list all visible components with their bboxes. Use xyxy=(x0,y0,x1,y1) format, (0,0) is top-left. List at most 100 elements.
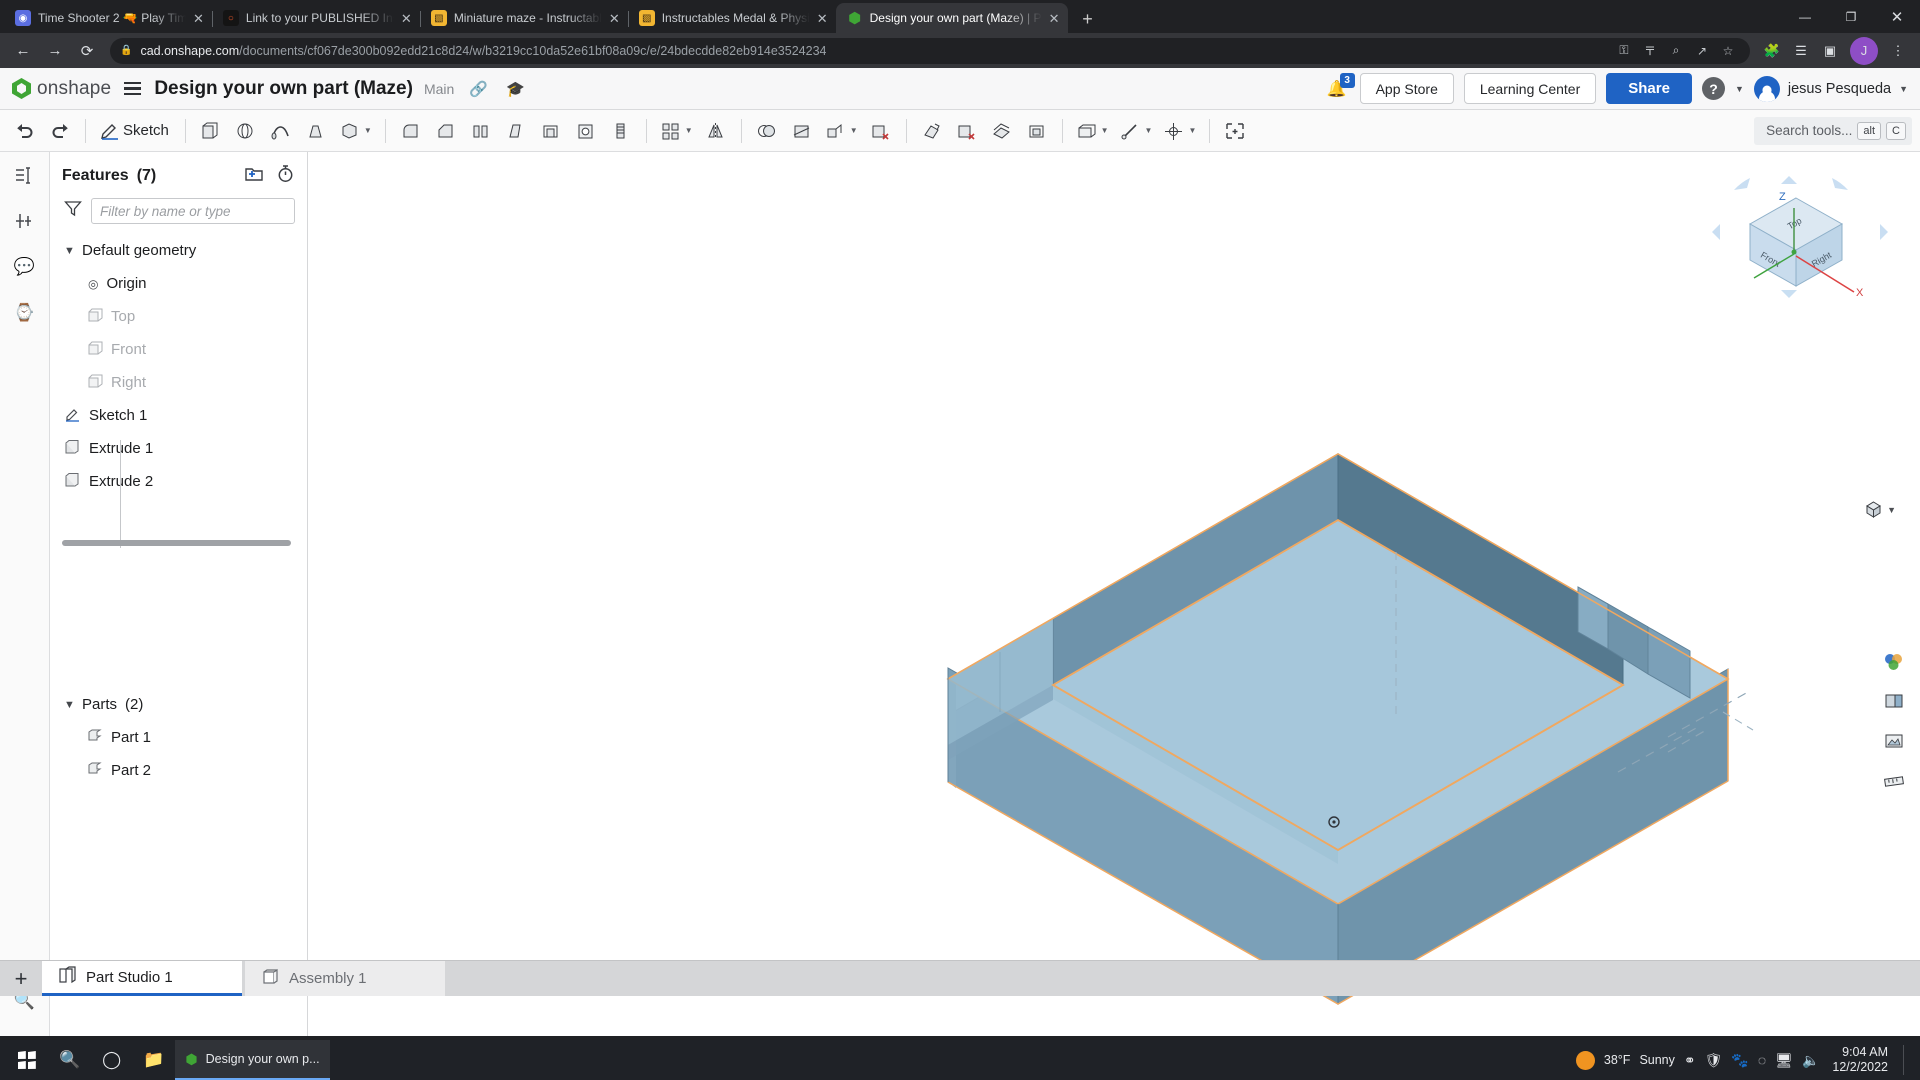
stopwatch-icon[interactable] xyxy=(276,164,295,188)
taskbar-window-chrome[interactable]: ⬢ Design your own p... xyxy=(175,1040,329,1080)
section-view-icon[interactable] xyxy=(1876,682,1912,720)
search-tools-input[interactable]: Search tools... alt C xyxy=(1754,117,1912,145)
volume-mute-icon[interactable]: 🔈 xyxy=(1802,1052,1819,1069)
measure-icon[interactable] xyxy=(1876,762,1912,800)
mate-connector-icon[interactable]: ▼ xyxy=(1158,114,1201,148)
help-icon[interactable]: ? xyxy=(1702,77,1725,100)
chevron-down-icon[interactable]: ▼ xyxy=(64,699,74,711)
puzzle-icon[interactable]: 🧩 xyxy=(1758,37,1786,65)
task-view-icon[interactable]: ◯ xyxy=(91,1040,132,1080)
extrude-icon[interactable] xyxy=(194,114,228,148)
onedrive-icon[interactable]: ⚭ xyxy=(1684,1052,1696,1069)
view-cube[interactable]: Top Front Right Z X xyxy=(1706,170,1896,320)
filter-icon[interactable] xyxy=(64,200,82,222)
filter-input[interactable] xyxy=(91,198,295,224)
draft-icon[interactable] xyxy=(499,114,533,148)
3d-model-viewport[interactable] xyxy=(308,152,1920,1036)
link-icon[interactable]: 🔗 xyxy=(465,76,491,102)
chevron-down-icon[interactable]: ▼ xyxy=(1735,84,1744,94)
tree-item-origin[interactable]: ◎ Origin xyxy=(60,267,307,300)
onshape-logo[interactable]: onshape xyxy=(12,78,111,100)
enclose-icon[interactable] xyxy=(1020,114,1054,148)
close-icon[interactable]: ✕ xyxy=(1049,12,1060,25)
chamfer-icon[interactable] xyxy=(429,114,463,148)
split-icon[interactable] xyxy=(785,114,819,148)
revolve-icon[interactable] xyxy=(229,114,263,148)
feature-list-icon[interactable] xyxy=(10,162,40,188)
tab-assembly-1[interactable]: Assembly 1 xyxy=(245,961,445,996)
features-scrollbar[interactable] xyxy=(62,540,291,546)
translate-icon[interactable]: 〒 xyxy=(1638,39,1662,63)
close-icon[interactable]: ✕ xyxy=(817,12,828,25)
shell-icon[interactable] xyxy=(534,114,568,148)
list-item-part-1[interactable]: Part 1 xyxy=(60,721,307,754)
close-icon[interactable]: ✕ xyxy=(401,12,412,25)
redo-icon[interactable] xyxy=(43,114,77,148)
thread-icon[interactable] xyxy=(604,114,638,148)
chevron-down-icon[interactable]: ▼ xyxy=(64,245,74,257)
forward-icon[interactable]: → xyxy=(40,36,70,66)
tree-item-top[interactable]: Top xyxy=(60,300,307,333)
close-icon[interactable]: ✕ xyxy=(609,12,620,25)
back-icon[interactable]: ← xyxy=(8,36,38,66)
key-icon[interactable]: ⚿ xyxy=(1612,39,1636,63)
list-item-part-2[interactable]: Part 2 xyxy=(60,754,307,787)
reload-icon[interactable]: ⟳ xyxy=(72,36,102,66)
bookmark-star-icon[interactable]: ☆ xyxy=(1716,39,1740,63)
kebab-menu-icon[interactable]: ⋮ xyxy=(1884,37,1912,65)
browser-tab-active[interactable]: ⬢ Design your own part (Maze) | Pa ✕ xyxy=(836,3,1068,33)
chevron-down-icon[interactable]: ▼ xyxy=(1145,126,1153,135)
branch-label[interactable]: Main xyxy=(424,81,454,97)
delete-face-icon[interactable] xyxy=(864,114,898,148)
file-explorer-icon[interactable]: 📁 xyxy=(132,1040,175,1080)
add-tab-button[interactable]: + xyxy=(0,961,42,996)
tree-item-right[interactable]: Right xyxy=(60,366,307,399)
tree-item-front[interactable]: Front xyxy=(60,333,307,366)
learning-graduation-icon[interactable]: 🎓 xyxy=(502,76,528,102)
security-warning-icon[interactable]: 🛡 xyxy=(1705,1052,1723,1069)
loft-icon[interactable] xyxy=(299,114,333,148)
browser-tab[interactable]: ○ Link to your PUBLISHED Instructa ✕ xyxy=(212,3,420,33)
zoom-icon[interactable]: ⌕ xyxy=(1664,39,1688,63)
offset-surface-icon[interactable] xyxy=(985,114,1019,148)
new-tab-button[interactable]: + xyxy=(1074,5,1102,33)
chevron-down-icon[interactable]: ▼ xyxy=(850,126,858,135)
tree-item-extrude-2[interactable]: Extrude 2 xyxy=(60,465,307,498)
user-menu[interactable]: jesus Pesqueda ▼ xyxy=(1754,76,1908,102)
undo-icon[interactable] xyxy=(8,114,42,148)
graphics-area[interactable]: Top Front Right Z X ▼ xyxy=(308,152,1920,1036)
clock[interactable]: 9:04 AM 12/2/2022 xyxy=(1828,1045,1888,1075)
chevron-down-icon[interactable]: ▼ xyxy=(1188,126,1196,135)
tree-item-sketch-1[interactable]: Sketch 1 xyxy=(60,399,307,432)
axis-icon[interactable]: ▼ xyxy=(1115,114,1158,148)
menu-icon[interactable] xyxy=(122,78,143,100)
view-cube-menu[interactable]: ▼ xyxy=(1864,500,1896,519)
learning-center-button[interactable]: Learning Center xyxy=(1464,73,1596,104)
add-folder-icon[interactable] xyxy=(244,165,264,187)
hole-icon[interactable] xyxy=(569,114,603,148)
thicken-icon[interactable]: ▼ xyxy=(334,114,377,148)
share-icon[interactable]: ↗ xyxy=(1690,39,1714,63)
minimize-button[interactable]: — xyxy=(1782,0,1828,33)
notifications-icon[interactable]: 🔔 3 xyxy=(1324,76,1350,102)
network-icon[interactable]: 🖥 xyxy=(1775,1052,1793,1069)
maximize-button[interactable]: ❐ xyxy=(1828,0,1874,33)
fillet-icon[interactable] xyxy=(394,114,428,148)
tree-item-extrude-1[interactable]: Extrude 1 xyxy=(60,432,307,465)
share-button[interactable]: Share xyxy=(1606,73,1692,104)
close-icon[interactable]: ✕ xyxy=(193,12,204,25)
chevron-down-icon[interactable]: ▼ xyxy=(685,126,693,135)
show-desktop-button[interactable] xyxy=(1903,1045,1908,1075)
browser-tab[interactable]: ▧ Instructables Medal & Physical C ✕ xyxy=(628,3,836,33)
close-window-button[interactable]: ✕ xyxy=(1874,0,1920,33)
side-panel-icon[interactable]: ▣ xyxy=(1816,37,1844,65)
appearance-icon[interactable] xyxy=(1876,642,1912,680)
transform-icon[interactable]: ▼ xyxy=(820,114,863,148)
move-face-icon[interactable] xyxy=(915,114,949,148)
chevron-down-icon[interactable]: ▼ xyxy=(364,126,372,135)
chevron-down-icon[interactable]: ▼ xyxy=(1101,126,1109,135)
comments-icon[interactable]: 💬 xyxy=(10,254,40,280)
insert-icon[interactable] xyxy=(10,208,40,234)
mirror-icon[interactable] xyxy=(699,114,733,148)
reading-list-icon[interactable]: ☰ xyxy=(1787,37,1815,65)
